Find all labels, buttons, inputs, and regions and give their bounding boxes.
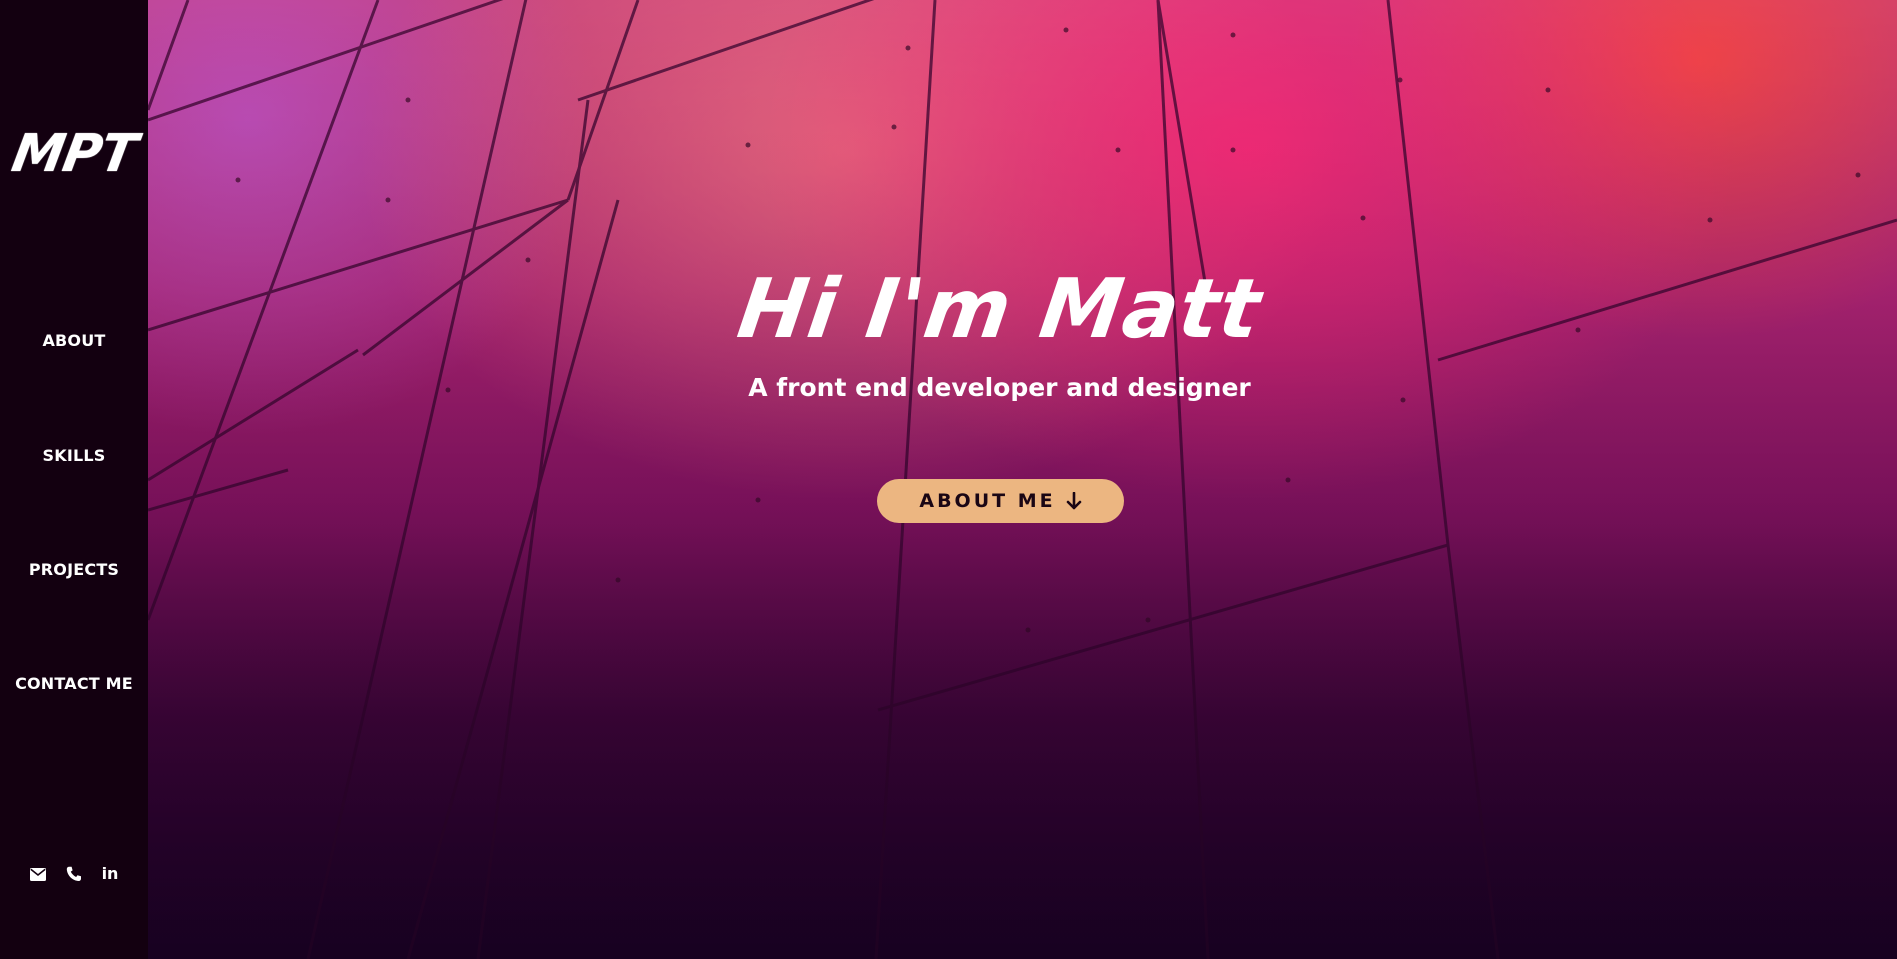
hero-subtitle: A front end developer and designer — [748, 373, 1251, 402]
phone-icon[interactable] — [62, 862, 86, 886]
site-logo[interactable]: MPT — [0, 122, 154, 186]
hero-title: Hi I'm Matt — [732, 262, 1267, 357]
linkedin-icon[interactable]: in — [98, 862, 122, 886]
nav-link-skills[interactable]: SKILLS — [0, 446, 148, 465]
nav-link-contact-me[interactable]: CONTACT ME — [0, 674, 148, 693]
linkedin-glyph: in — [101, 864, 119, 883]
hero-section: Hi I'm Matt A front end developer and de… — [148, 0, 1897, 959]
nav-link-about[interactable]: ABOUT — [0, 331, 148, 350]
sidebar: MPT ABOUT SKILLS PROJECTS CONTACT ME in — [0, 0, 148, 959]
social-links: in — [26, 862, 122, 886]
envelope-icon[interactable] — [26, 862, 50, 886]
nav-link-projects[interactable]: PROJECTS — [0, 560, 148, 579]
about-me-button-label: ABOUT ME — [919, 490, 1056, 512]
arrow-down-icon — [1066, 492, 1082, 510]
page: MPT ABOUT SKILLS PROJECTS CONTACT ME in — [0, 0, 1897, 959]
about-me-button[interactable]: ABOUT ME — [877, 479, 1124, 523]
